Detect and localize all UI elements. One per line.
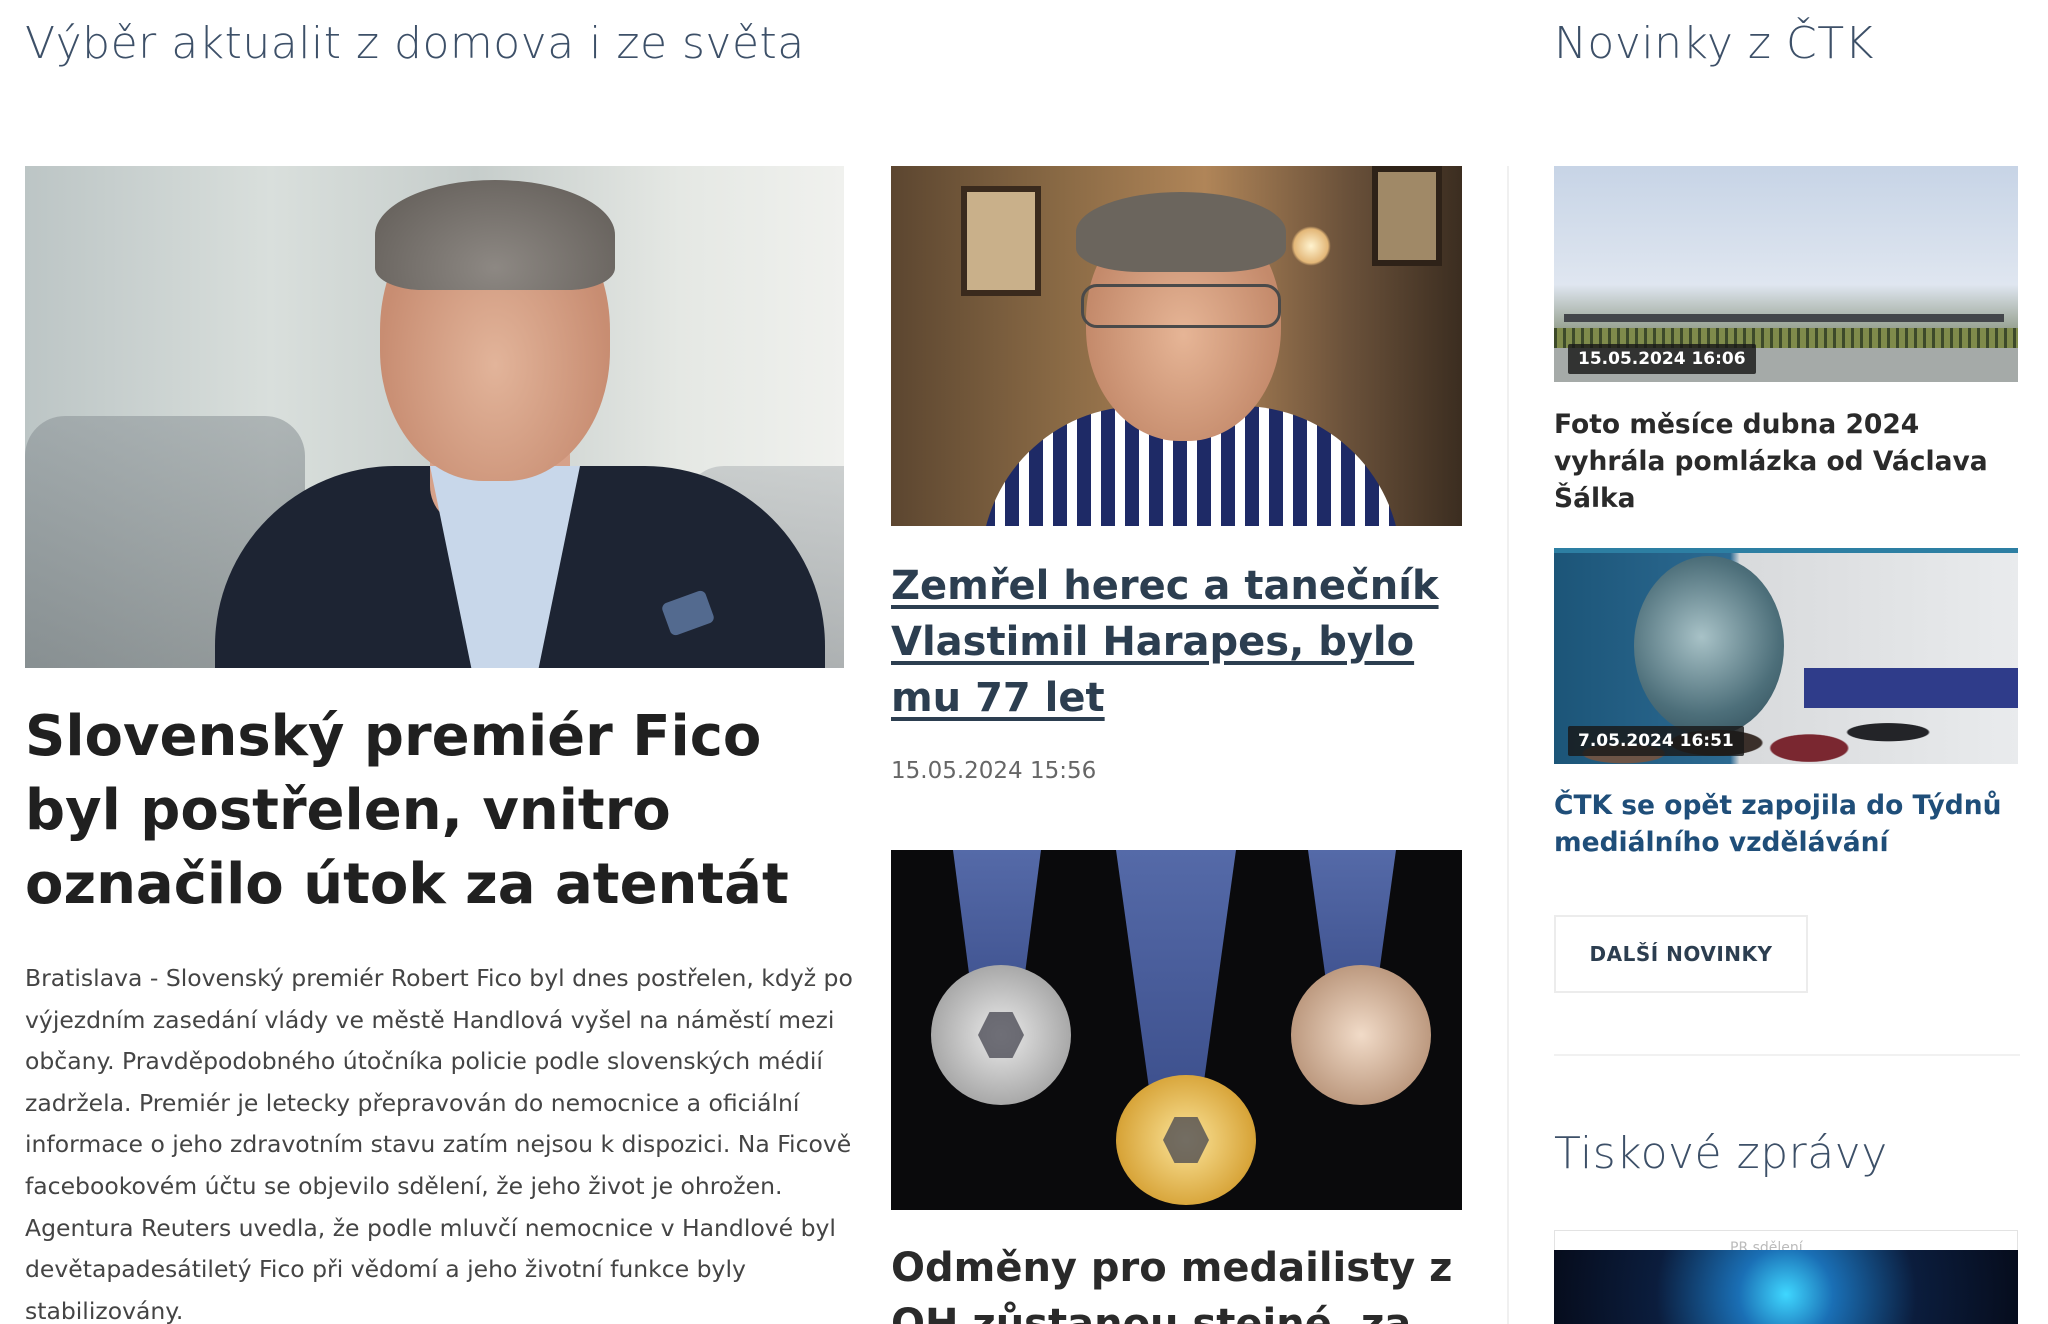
lead-article-photo[interactable] — [25, 166, 844, 668]
article-headline-medals[interactable]: Odměny pro medailisty z OH zůstanou stej… — [891, 1240, 1471, 1324]
lead-article-perex: Bratislava - Slovenský premiér Robert Fi… — [25, 964, 853, 1324]
article-photo-medals[interactable] — [891, 850, 1462, 1210]
ctk-news-headline-2[interactable]: ČTK se opět zapojila do Týdnů mediálního… — [1554, 787, 2018, 861]
ctk-news-headline-1[interactable]: Foto měsíce dubna 2024 vyhrála pomlázka … — [1554, 406, 2018, 517]
section-divider — [1554, 1054, 2020, 1056]
section-title-ctk-news: Novinky z ČTK — [1554, 18, 1874, 69]
article-date: 15.05.2024 15:56 — [891, 758, 1097, 784]
section-title-main: Výběr aktualit z domova i ze světa — [25, 18, 805, 69]
article-headline-harapes[interactable]: Zemřel herec a tanečník Vlastimil Harape… — [891, 558, 1451, 726]
date-badge: 15.05.2024 16:06 — [1568, 344, 1756, 374]
article-photo-harapes[interactable] — [891, 166, 1462, 526]
press-release-photo[interactable] — [1554, 1250, 2018, 1324]
column-divider — [1507, 166, 1509, 1324]
lead-article-headline[interactable]: Slovenský premiér Fico byl postřelen, vn… — [25, 700, 844, 922]
more-news-button[interactable]: DALŠÍ NOVINKY — [1554, 915, 1808, 993]
section-title-press-releases: Tiskové zprávy — [1554, 1128, 1888, 1179]
date-badge: 7.05.2024 16:51 — [1568, 726, 1744, 756]
